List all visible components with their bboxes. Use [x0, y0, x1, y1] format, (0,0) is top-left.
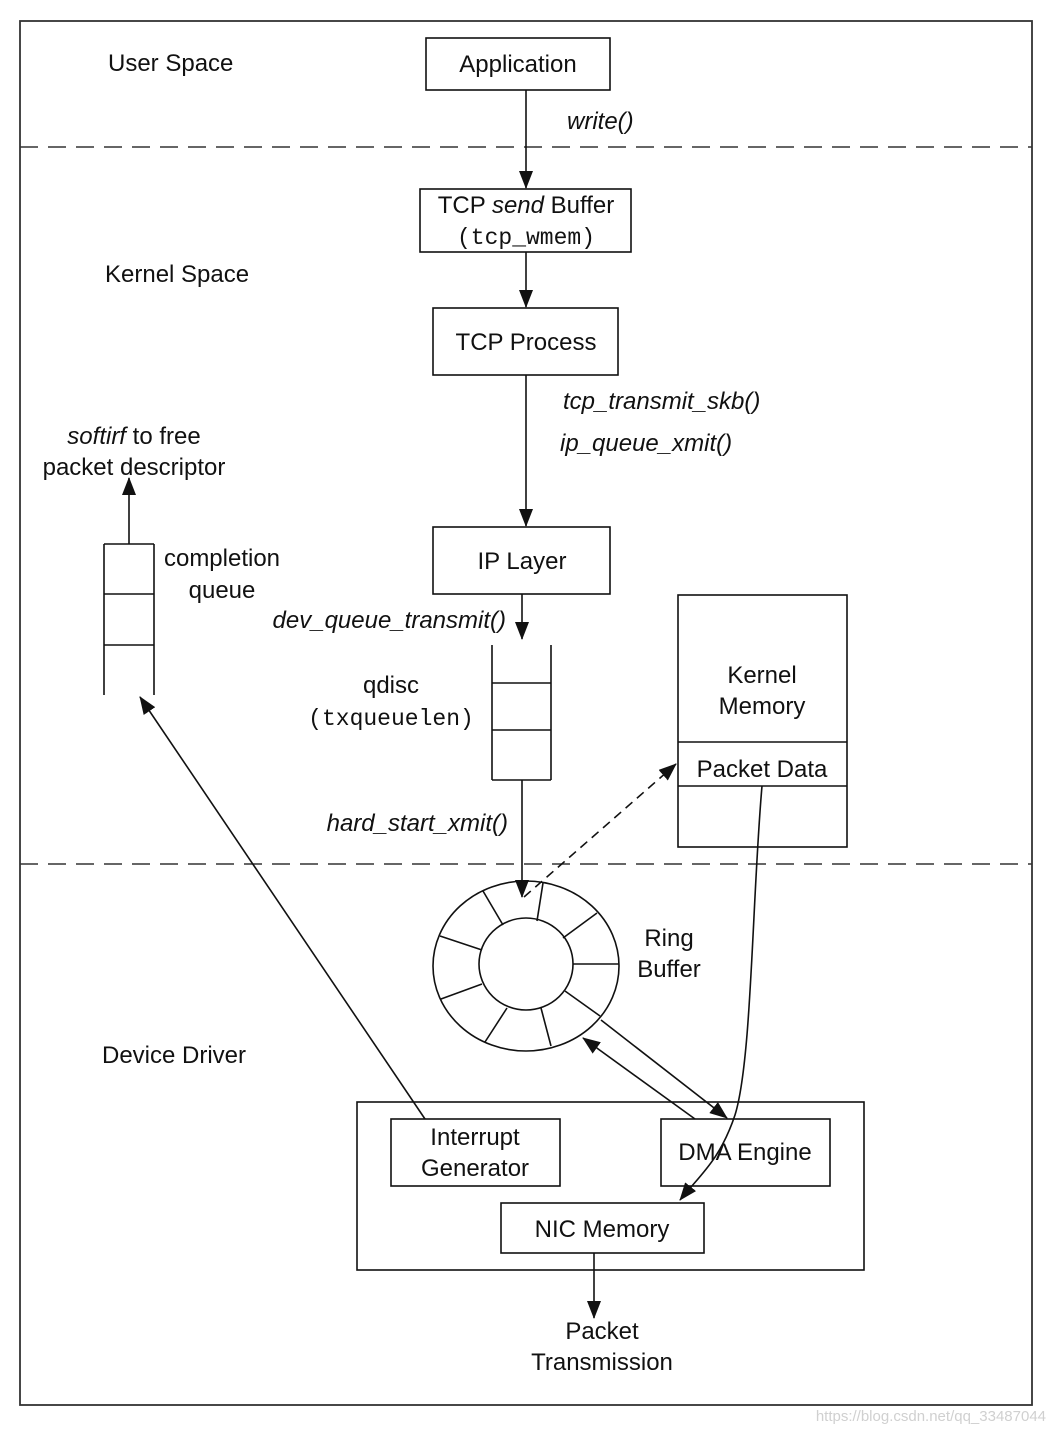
- ring-buffer-label-line2: Buffer: [637, 956, 701, 983]
- nic-memory-label: NIC Memory: [535, 1216, 670, 1243]
- tcp-send-buffer-node: TCP send Buffer (tcp_wmem): [419, 188, 632, 253]
- network-stack-diagram: User Space Kernel Space Device Driver Ap…: [19, 20, 1046, 1425]
- kernel-space-label: Kernel Space: [105, 261, 249, 288]
- write-call-label: write(): [567, 108, 634, 135]
- tcp-process-label: TCP Process: [456, 329, 597, 356]
- ip-queue-xmit-label: ip_queue_xmit(): [560, 430, 732, 457]
- ring-to-packet-data-pointer: [523, 763, 677, 898]
- ring-buffer: [432, 880, 620, 1052]
- completion-queue-label-line2: queue: [189, 577, 256, 604]
- softirq-label-line2: packet descriptor: [43, 454, 226, 481]
- interrupt-generator-node: Interrupt Generator: [390, 1118, 561, 1187]
- interrupt-generator-label-line2: Generator: [421, 1155, 529, 1182]
- application-label: Application: [459, 51, 576, 78]
- interrupt-generator-label-line1: Interrupt: [430, 1124, 520, 1151]
- packet-transmission-label-line1: Packet: [565, 1318, 639, 1345]
- user-space-label: User Space: [108, 50, 233, 77]
- tcp-send-buffer-label: TCP send Buffer: [438, 192, 615, 219]
- kernel-memory-label-line2: Memory: [719, 693, 806, 720]
- dma-engine-node: DMA Engine: [660, 1118, 831, 1187]
- ring-buffer-label-line1: Ring: [644, 925, 693, 952]
- nic-memory-node: NIC Memory: [500, 1202, 705, 1254]
- txqueuelen-param: (txqueuelen): [308, 706, 474, 732]
- completion-queue: [103, 543, 155, 695]
- tcp-wmem-param: (tcp_wmem): [457, 225, 595, 251]
- packet-transmission-label-line2: Transmission: [531, 1349, 673, 1376]
- kernel-memory-node: Kernel Memory Packet Data: [677, 594, 848, 848]
- application-node: Application: [425, 37, 611, 91]
- tcp-transmit-skb-label: tcp_transmit_skb(): [563, 388, 760, 415]
- dev-queue-transmit-label: dev_queue_transmit(): [273, 607, 506, 634]
- ip-layer-node: IP Layer: [432, 526, 611, 595]
- tcp-process-node: TCP Process: [432, 307, 619, 376]
- softirq-label-line1: softirf to free: [67, 423, 200, 450]
- kernel-memory-label-line1: Kernel: [727, 662, 796, 689]
- ip-layer-label: IP Layer: [478, 548, 567, 575]
- packet-data-label: Packet Data: [697, 756, 828, 783]
- completion-queue-label-line1: completion: [164, 545, 280, 572]
- device-driver-label: Device Driver: [102, 1042, 246, 1069]
- hard-start-xmit-label: hard_start_xmit(): [327, 810, 508, 837]
- qdisc-label: qdisc: [363, 672, 419, 699]
- watermark: https://blog.csdn.net/qq_33487044: [816, 1408, 1046, 1425]
- qdisc-queue: [491, 645, 552, 781]
- dma-engine-label: DMA Engine: [678, 1139, 811, 1166]
